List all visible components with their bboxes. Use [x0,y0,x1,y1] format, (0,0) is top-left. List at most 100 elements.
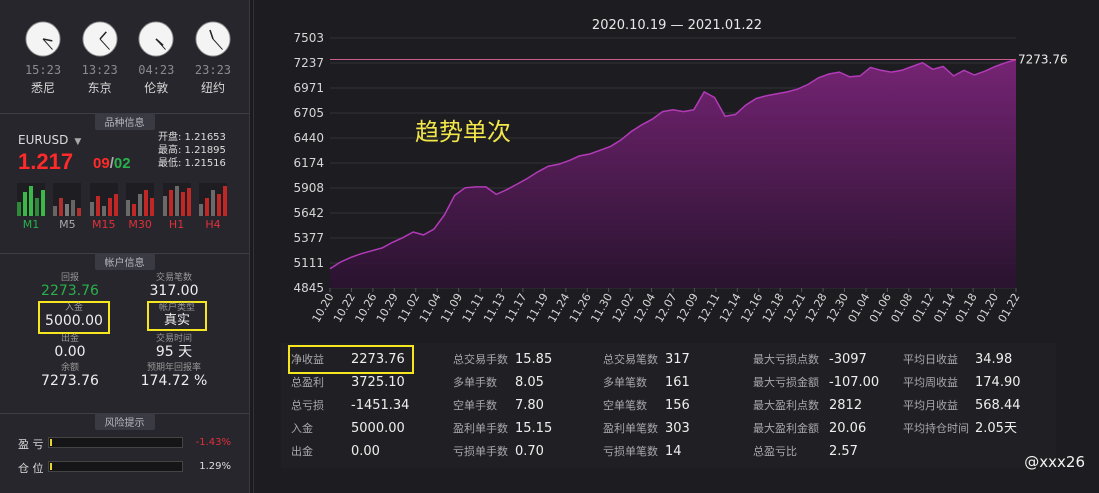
y-tick-label: 7237 [293,56,324,70]
sidebar: 15:23 悉尼 13:23 东京 04:23 伦敦 23:23 纽约 品种信息… [0,0,250,493]
timeframe-m1[interactable]: M1 [17,183,45,231]
account-trade-count: 交易笔数 317.00 [136,273,212,299]
strength-bars [17,183,45,216]
strength-bar [138,194,143,216]
clock-time: 04:23 [138,63,175,77]
stat-value: 174.90 [975,375,1021,390]
stat-label: 平均日收益 [903,353,958,366]
stat-row: 平均日收益 34.98 [903,348,1021,371]
stat-value: 161 [665,375,690,390]
open-price: 开盘: 1.21653 [158,132,226,143]
timeframe-m30[interactable]: M30 [126,183,155,231]
strength-bar [59,198,64,216]
stat-row: 最大亏损点数 -3097 [753,348,879,371]
stat-label: 总盈利 [291,376,324,389]
clock-time: 13:23 [81,63,118,77]
strength-bar [168,190,173,216]
stat-row: 总交易笔数 317 [603,348,690,371]
stat-row: 盈利单手数 15.15 [453,417,552,440]
stat-label: 盈利单手数 [453,422,508,435]
stat-value: 568.44 [975,398,1021,413]
strength-bar [113,194,118,216]
strength-bar [144,190,149,216]
stat-label: 入金 [291,422,313,435]
clock-city: 伦敦 [144,81,169,95]
stat-value: 5000.00 [351,421,405,436]
clock-icon [82,21,118,57]
strength-bar [95,196,100,216]
bid-price: 1.217 [18,149,74,174]
x-tick-label: 01.22 [996,291,1023,325]
last-value-label: 7273.76 [1018,53,1068,67]
strength-bar [71,200,76,216]
balance-label: 余额 [60,363,79,373]
stats-column: 平均日收益 34.98 平均周收益 174.90 平均月收益 568.44 平均持仓时间 2.… [903,348,1021,440]
price-pips-red: 09 [93,155,110,172]
deposit-label: 入金 [64,303,83,313]
low-price: 最低: 1.21516 [158,158,226,169]
strength-bars [126,183,155,216]
stat-row: 平均周收益 174.90 [903,371,1021,394]
clock-time: 15:23 [24,63,62,77]
stat-label: 平均周收益 [903,376,958,389]
timeframe-label: M15 [92,218,116,231]
brand-text: @xxx26 [1024,453,1085,471]
world-clocks: 15:23 悉尼 13:23 东京 04:23 伦敦 23:23 纽约 [18,20,238,96]
strength-bar [150,198,155,216]
stat-label: 总亏损 [291,399,324,412]
stat-label: 总盈亏比 [753,445,797,458]
strength-bar [222,186,227,216]
account-type-value: 真实 [163,313,190,328]
stat-row: 总盈利 3725.10 [291,371,411,394]
stat-label: 最大盈利金额 [753,422,819,435]
stat-row: 净收益 2273.76 [288,345,414,374]
stat-label: 多单笔数 [603,376,647,389]
return-value: 2273.76 [41,283,99,299]
stat-row: 平均月收益 568.44 [903,394,1021,417]
timeframe-m15[interactable]: M15 [89,183,118,231]
strength-bars [198,183,227,216]
trade-time-value: 95 天 [155,344,193,360]
section-instrument: 品种信息 [0,113,249,130]
equity-area [330,59,1016,288]
stat-label: 总交易笔数 [603,353,658,366]
stat-label: 总交易手数 [453,353,508,366]
y-tick-label: 4845 [293,281,324,295]
risk-position-value: 1.29% [199,461,231,472]
stat-value: -3097 [829,352,867,367]
stat-label: 空单手数 [453,399,497,412]
stat-row: 多单手数 8.05 [453,371,552,394]
stat-value: 0.00 [351,444,380,459]
stat-row: 最大亏损金额 -107.00 [753,371,879,394]
stat-label: 平均持仓时间 [903,422,969,435]
balance-value: 7273.76 [41,373,99,389]
strength-bar [101,206,106,216]
symbol-selector[interactable]: EURUSD ▼ [18,133,81,147]
stat-label: 最大亏损点数 [753,353,819,366]
stat-label: 亏损单手数 [453,445,508,458]
stat-label: 最大亏损金额 [753,376,819,389]
stat-value: 303 [665,421,690,436]
ohl-panel: 开盘: 1.21653 最高: 1.21895 最低: 1.21516 [158,131,226,170]
strength-bars [162,183,191,216]
stat-row: 入金 5000.00 [291,417,411,440]
y-tick-label: 6971 [293,81,324,95]
clock-city: 悉尼 [30,81,55,95]
strength-bar [216,194,221,216]
clock-newyork: 23:23 纽约 [188,20,238,96]
timeframe-m5[interactable]: M5 [53,183,82,231]
account-return: 回报 2273.76 [32,273,108,299]
stat-value: 34.98 [975,352,1013,367]
clock-city: 东京 [87,81,112,95]
timeframe-h1[interactable]: H1 [162,183,191,231]
timeframe-h4[interactable]: H4 [198,183,227,231]
strength-bar [174,186,179,216]
stat-value: 14 [665,444,682,459]
account-type-label: 帐户类型 [158,303,195,313]
y-tick-label: 5908 [293,181,324,195]
strength-bar [23,192,27,216]
section-account: 帐户信息 [0,253,249,270]
strength-bars [89,183,118,216]
stat-value: -1451.34 [351,398,410,413]
clock-city: 纽约 [200,81,225,95]
